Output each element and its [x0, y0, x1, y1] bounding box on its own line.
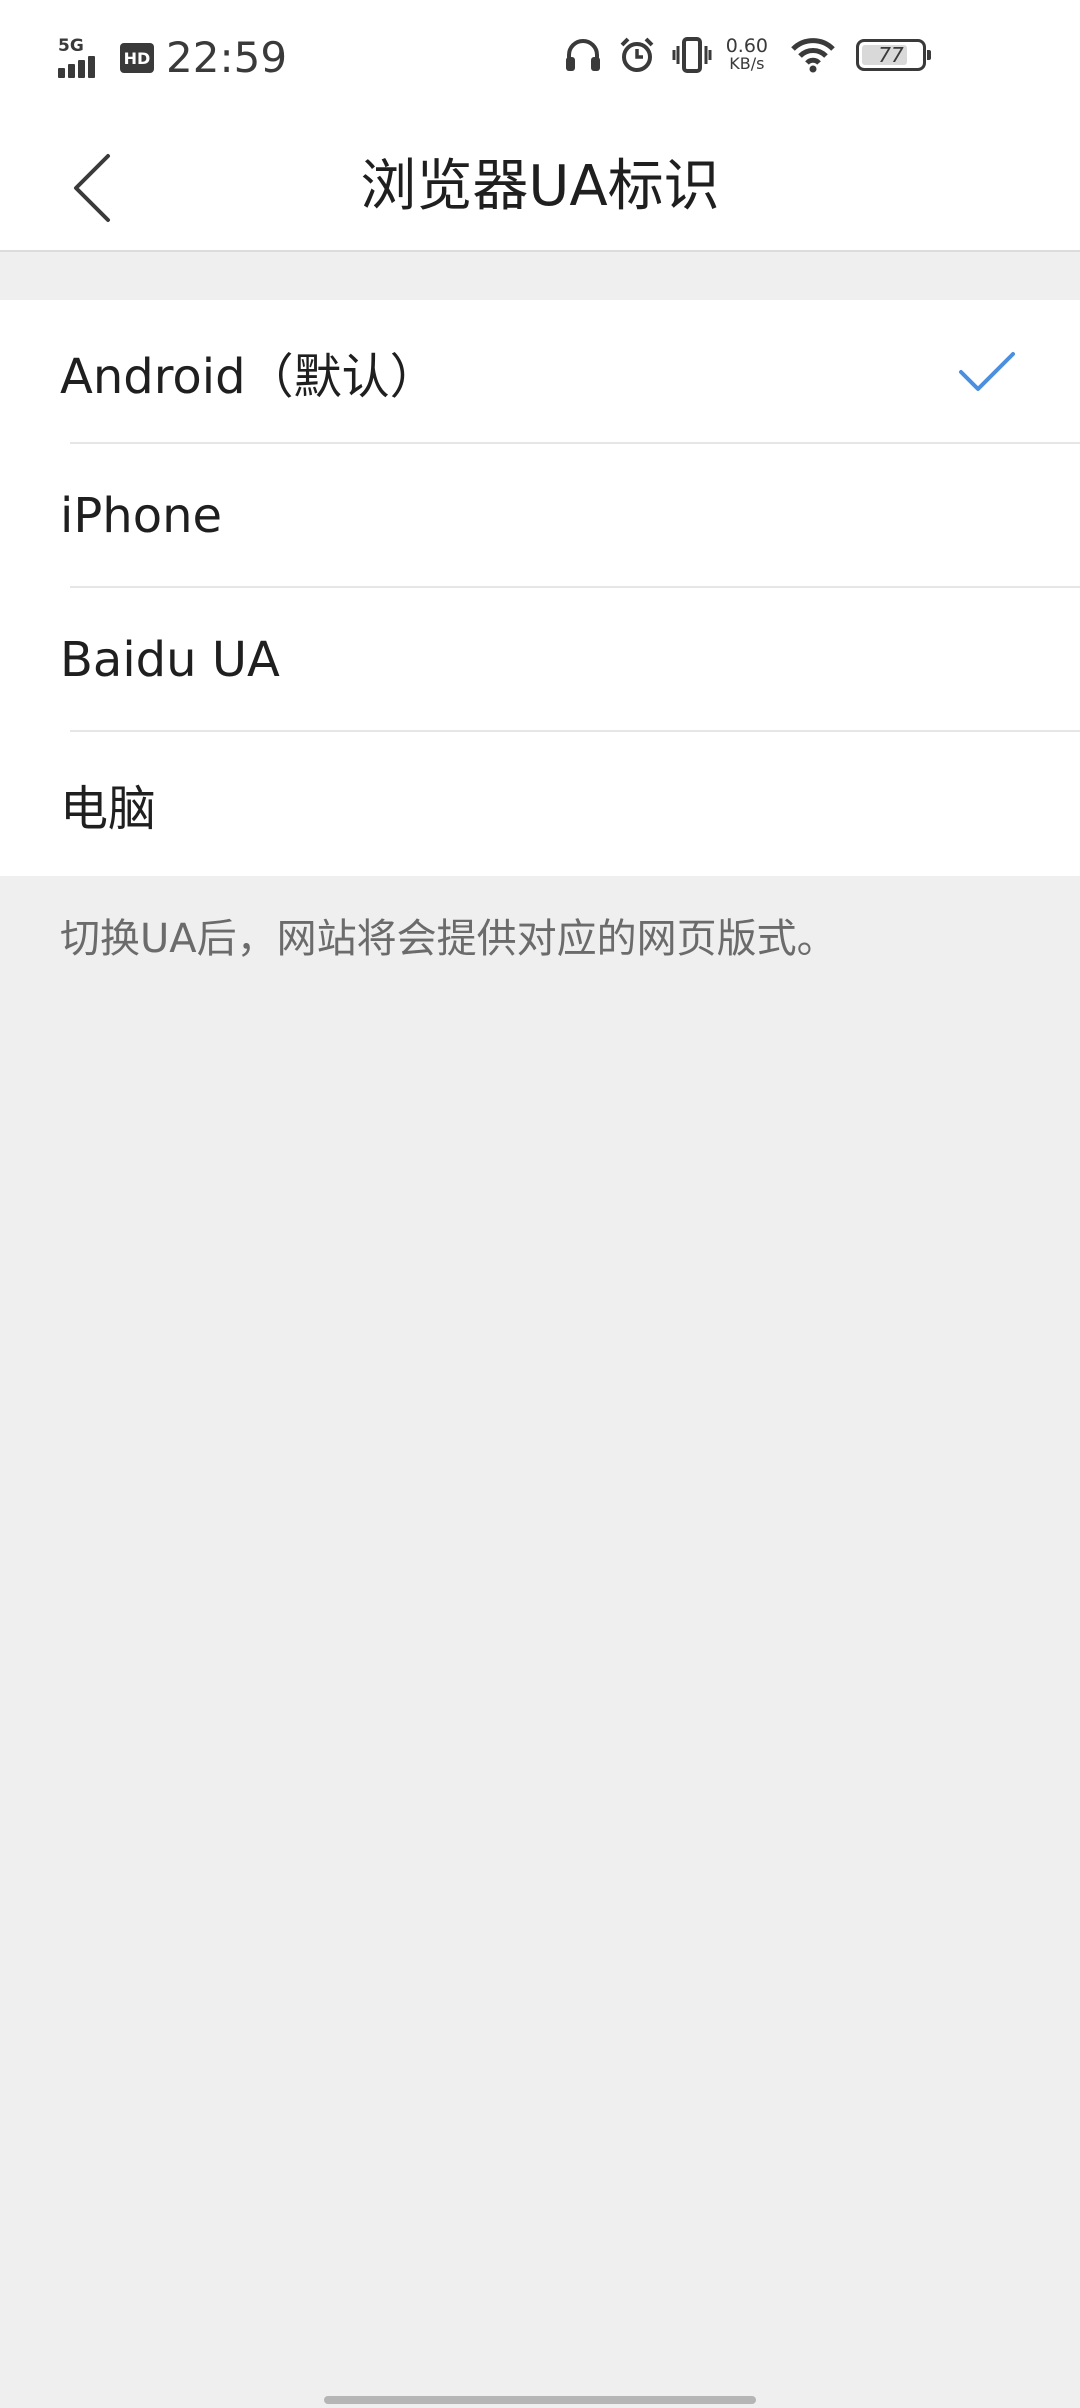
option-label: Baidu UA [60, 632, 280, 688]
chevron-left-icon [74, 154, 110, 222]
vibrate-icon [672, 36, 712, 74]
speed-unit: KB/s [729, 54, 765, 73]
back-button[interactable] [52, 144, 132, 232]
status-time: 22:59 [166, 33, 288, 82]
signal-icon: 5G [58, 38, 106, 78]
hd-badge: HD [120, 43, 154, 73]
ua-hint-text: 切换UA后，网站将会提供对应的网页版式。 [60, 916, 837, 962]
battery-icon: 77 [856, 39, 931, 71]
ua-option-iphone[interactable]: iPhone [0, 444, 1080, 588]
network-speed: 0.60 KB/s [726, 37, 768, 73]
network-type: 5G [58, 36, 84, 56]
headphones-icon [564, 37, 602, 73]
ua-option-baidu[interactable]: Baidu UA [0, 588, 1080, 732]
app-header: 浏览器UA标识 [0, 124, 1080, 252]
status-bar: 5G HD 22:59 0.60 KB/s 77 [0, 0, 1080, 124]
option-label: Android（默认） [60, 349, 438, 405]
ua-option-list: Android（默认） iPhone Baidu UA 电脑 [0, 300, 1080, 876]
checkmark-icon [958, 350, 1016, 394]
page-title: 浏览器UA标识 [360, 154, 720, 219]
battery-level: 77 [878, 43, 904, 67]
alarm-icon [618, 36, 656, 74]
speed-value: 0.60 [725, 35, 768, 57]
ua-option-android[interactable]: Android（默认） [0, 300, 1080, 444]
option-label: 电脑 [60, 781, 157, 837]
status-left: 5G HD 22:59 [58, 34, 287, 82]
wifi-icon [790, 37, 836, 73]
home-indicator[interactable] [324, 2396, 756, 2404]
option-label: iPhone [60, 488, 223, 544]
ua-option-desktop[interactable]: 电脑 [0, 732, 1080, 876]
status-right: 0.60 KB/s 77 [548, 36, 931, 74]
